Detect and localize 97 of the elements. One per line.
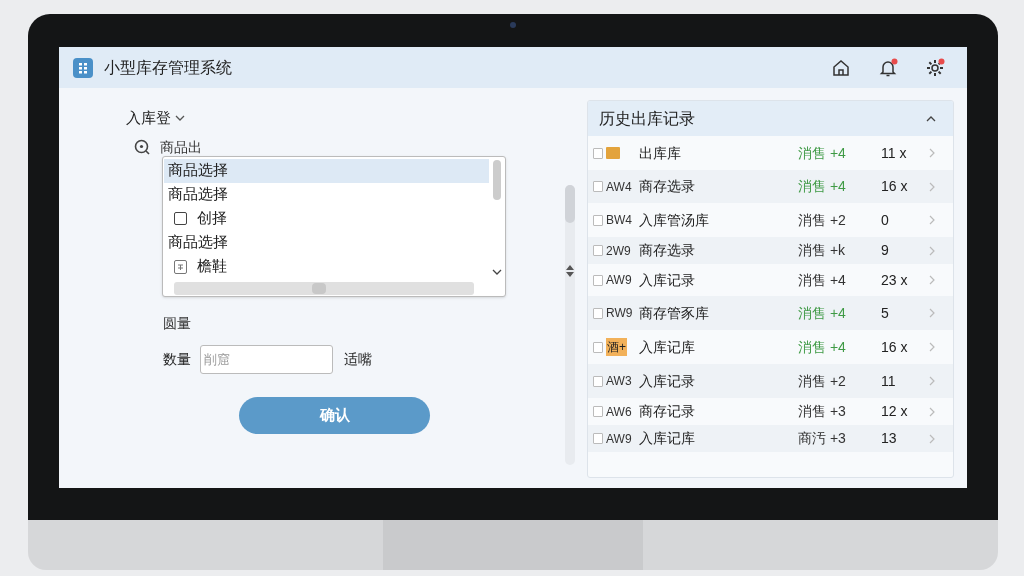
row-code: 酒+ (606, 338, 627, 356)
row-code: 2W9 (606, 242, 631, 260)
chevron-right-icon[interactable] (929, 245, 935, 256)
box-icon (606, 147, 620, 159)
dropdown-option[interactable]: 商品选择 (164, 158, 489, 183)
chevron-right-icon[interactable] (929, 376, 935, 386)
status-text: 商汚 +3 (798, 429, 847, 448)
quantity-text: 9 (881, 241, 890, 260)
status-text: 消售 +4 (798, 303, 847, 323)
row-code: AW9 (606, 272, 632, 289)
status-text: 消售 +4 (798, 270, 847, 290)
row-name: 入库记库 (639, 337, 696, 357)
table-row[interactable]: AW4 商存选录 消售 +4 16 x (588, 170, 953, 203)
row-code: AW3 (606, 373, 632, 390)
status-text: 消售 +2 (798, 210, 847, 230)
scrollbar-thumb[interactable] (565, 185, 575, 223)
checkbox[interactable] (593, 274, 603, 286)
quantity-text: 0 (881, 210, 890, 230)
status-text: 消售 +3 (798, 402, 847, 421)
quantity-text: 5 (881, 303, 890, 323)
unit-label: 适嘴 (344, 349, 372, 369)
row-code: AW4 (606, 178, 632, 196)
checkbox[interactable] (593, 307, 603, 319)
section-title: 入库登 (126, 108, 171, 128)
status-text: 消售 +4 (798, 177, 847, 196)
row-name: 商存记录 (639, 402, 696, 421)
dropdown-option[interactable]: 商品选择 (164, 230, 489, 255)
settings-icon[interactable] (925, 57, 945, 78)
quantity-text: 16 x (881, 337, 909, 357)
scrollbar-thumb[interactable] (312, 282, 326, 294)
quantity-text: 11 x (881, 143, 908, 163)
quantity-text: 12 x (881, 402, 909, 421)
checkbox[interactable] (593, 181, 603, 192)
checkbox[interactable] (593, 375, 603, 387)
scrollbar-thumb[interactable] (493, 159, 501, 200)
field-label: 商品出 (160, 139, 202, 154)
quantity-text: 23 x (881, 270, 909, 290)
checkbox[interactable] (593, 341, 603, 353)
quantity-text: 16 x (881, 177, 909, 196)
table-row[interactable]: AW9 入库记库 商汚 +3 13 (588, 425, 953, 452)
checkbox[interactable] (593, 433, 603, 444)
panel-title: 历史出库记录 (599, 108, 695, 129)
row-name: 商存管豕库 (639, 303, 710, 323)
row-name: 入库管汤库 (639, 210, 710, 230)
table-row[interactable]: RW9 商存管豕库 消售 +4 5 (588, 296, 953, 330)
chevron-right-icon[interactable] (929, 308, 935, 318)
option-label: 檐鞋 (197, 256, 227, 277)
field-label: 圆量 (163, 314, 191, 331)
quantity-text: 13 (881, 429, 898, 448)
chevron-right-icon[interactable] (929, 433, 935, 444)
home-icon[interactable] (831, 57, 851, 78)
row-name: 入库记录 (639, 270, 696, 290)
table-row[interactable]: AW3 入库记录 消售 +2 11 (588, 364, 953, 398)
chevron-right-icon[interactable] (929, 181, 935, 192)
row-code: RW9 (606, 305, 633, 322)
checkbox[interactable] (593, 406, 603, 417)
row-name: 入库记录 (639, 371, 696, 391)
horizontal-scrollbar[interactable] (174, 281, 474, 295)
app-logo-icon (73, 57, 93, 78)
status-text: 消售 +4 (798, 337, 847, 357)
chevron-right-icon[interactable] (929, 275, 935, 285)
chevron-right-icon[interactable] (929, 406, 935, 417)
dropdown-option[interactable]: 创择 (164, 206, 489, 231)
checkbox[interactable] (593, 147, 603, 159)
app-title: 小型库存管理系统 (104, 57, 232, 78)
quantity-input[interactable]: 削窟 (200, 344, 333, 374)
field-label: 数量 (163, 349, 192, 369)
row-name: 出库库 (639, 143, 682, 163)
status-text: 消售 +4 (798, 143, 847, 163)
document-icon (174, 259, 187, 274)
bell-icon[interactable] (878, 57, 898, 78)
option-label: 创择 (197, 208, 227, 229)
chevron-right-icon[interactable] (929, 342, 935, 352)
camera-icon (510, 22, 516, 28)
checkbox[interactable] (593, 245, 603, 256)
status-text: 消售 +k (798, 241, 847, 260)
chevron-down-icon[interactable] (175, 114, 185, 123)
status-text: 消售 +2 (798, 371, 847, 391)
search-icon (134, 138, 150, 155)
dropdown-option[interactable]: 檐鞋 (164, 254, 489, 279)
row-name: 商存选录 (639, 241, 696, 260)
row-name: 商存选录 (639, 177, 696, 196)
resize-handle-icon[interactable] (565, 264, 575, 278)
row-code: AW9 (606, 430, 632, 448)
dropdown-option[interactable]: 商品选择 (164, 182, 489, 207)
row-code: BW4 (606, 212, 632, 229)
quantity-text: 11 (881, 371, 897, 391)
checkbox[interactable] (174, 212, 187, 225)
chevron-right-icon[interactable] (929, 215, 935, 225)
row-code: AW6 (606, 403, 632, 421)
chevron-right-icon[interactable] (929, 148, 935, 158)
dropdown-list[interactable]: 商品选择 商品选择 创择 商品选择 檐鞋 (162, 155, 506, 297)
row-name: 入库记库 (639, 429, 696, 448)
chevron-up-icon[interactable] (926, 114, 936, 123)
checkbox[interactable] (593, 214, 603, 226)
chevron-down-icon[interactable] (492, 267, 502, 276)
table-row[interactable]: 2W9 商存选录 消售 +k 9 (588, 237, 953, 264)
